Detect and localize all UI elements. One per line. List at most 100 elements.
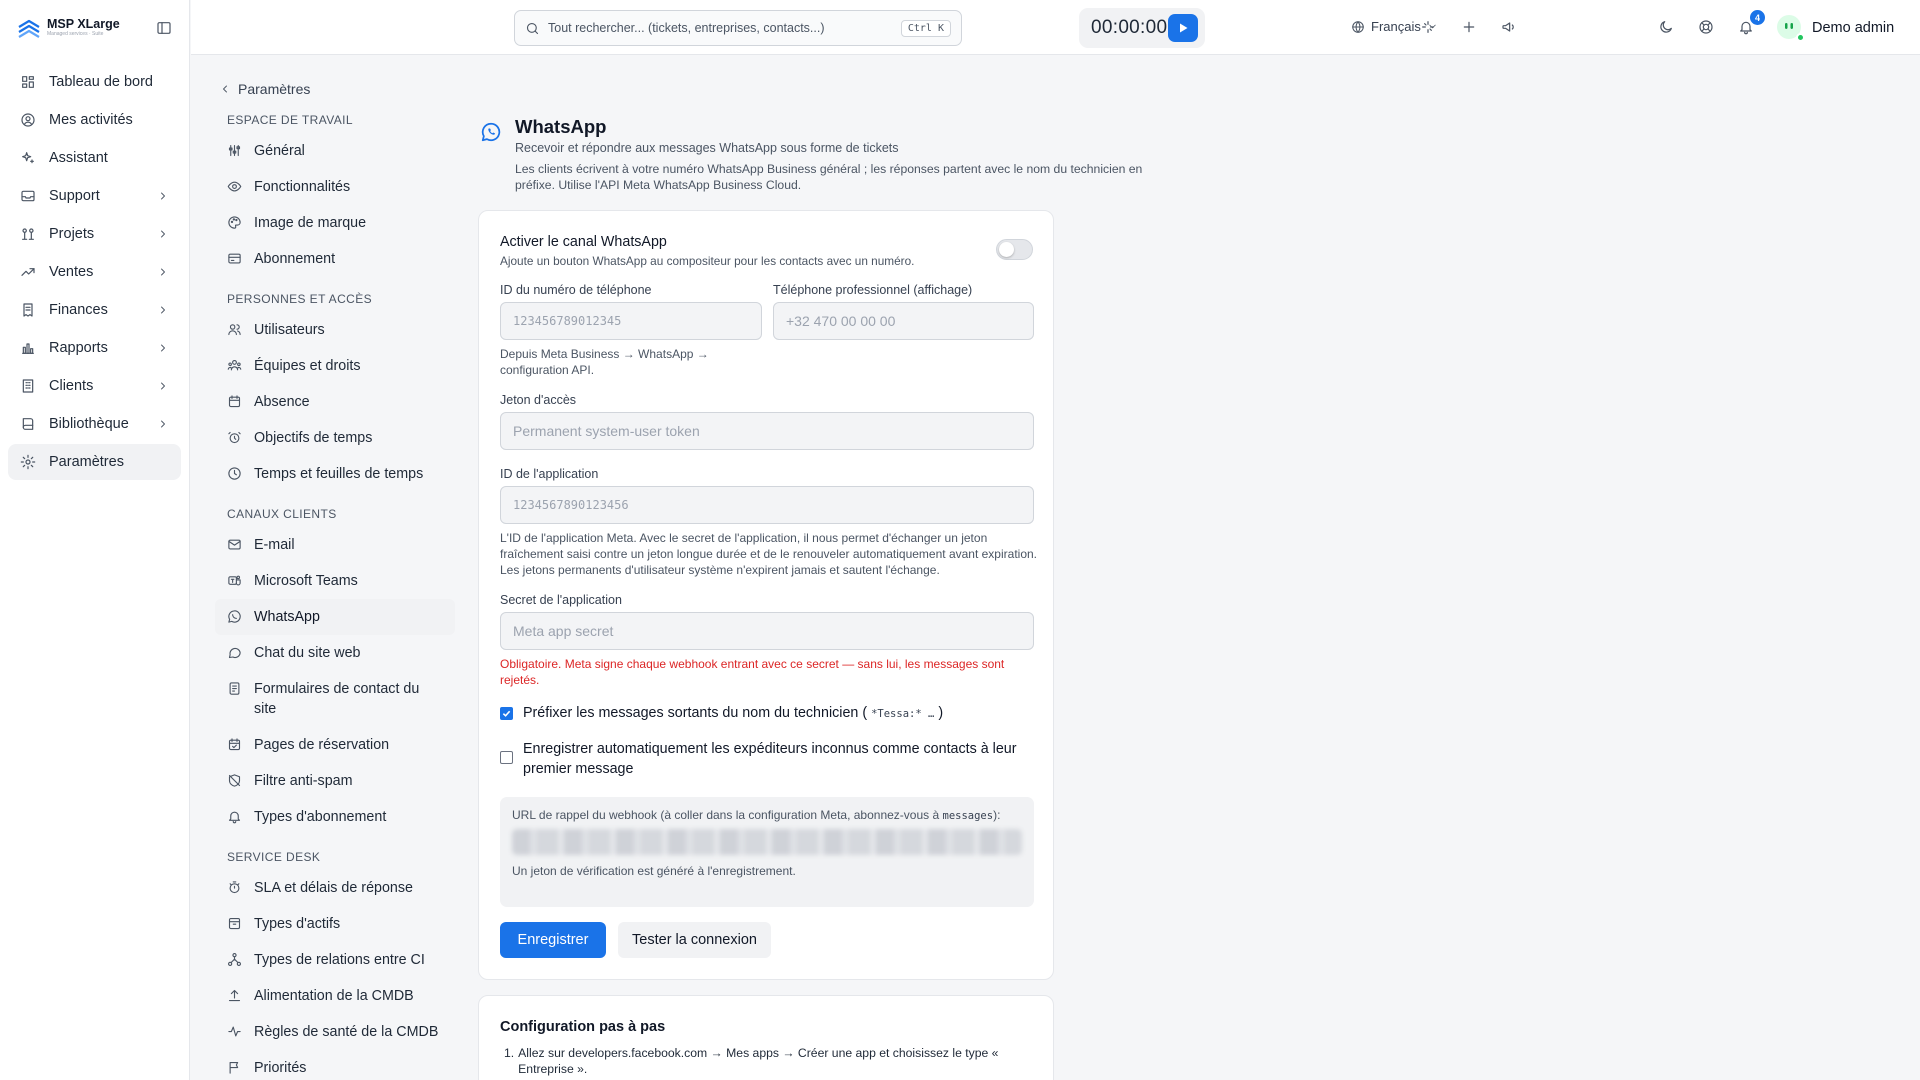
sidebar-item-label: Rapports bbox=[49, 340, 108, 356]
calendar-icon bbox=[228, 395, 241, 408]
settings-item-label: Pages de réservation bbox=[254, 737, 390, 753]
megaphone-icon[interactable] bbox=[1501, 19, 1517, 35]
settings-item-sla-et-delais-de-reponse[interactable]: SLA et délais de réponse bbox=[215, 870, 455, 906]
test-connection-button[interactable]: Tester la connexion bbox=[618, 922, 771, 958]
phone-id-help: Depuis Meta Business → WhatsApp → config… bbox=[500, 347, 709, 377]
app-secret-input[interactable]: Meta app secret bbox=[500, 612, 1034, 650]
sidebar-item-projets[interactable]: Projets bbox=[8, 216, 181, 252]
back-label: Paramètres bbox=[238, 81, 311, 97]
settings-item-general[interactable]: Général bbox=[215, 133, 455, 169]
sidebar-item-clients[interactable]: Clients bbox=[8, 368, 181, 404]
sidebar-item-bibliotheque[interactable]: Bibliothèque bbox=[8, 406, 181, 442]
settings-item-equipes-et-droits[interactable]: Équipes et droits bbox=[215, 348, 455, 384]
sidebar-item-rapports[interactable]: Rapports bbox=[8, 330, 181, 366]
settings-section-title: CANAUX CLIENTS bbox=[227, 507, 337, 521]
inbox-icon bbox=[21, 190, 35, 202]
prefix-checkbox[interactable] bbox=[500, 707, 513, 720]
settings-item-e-mail[interactable]: E-mail bbox=[215, 527, 455, 563]
settings-item-priorites[interactable]: Priorités bbox=[215, 1050, 455, 1080]
card-icon bbox=[228, 253, 241, 264]
help-icon[interactable] bbox=[1698, 19, 1714, 35]
chevron-down-icon bbox=[1429, 24, 1436, 29]
settings-item-label: WhatsApp bbox=[254, 609, 320, 625]
settings-item-fonctionnalites[interactable]: Fonctionnalités bbox=[215, 169, 455, 205]
search-icon bbox=[526, 22, 539, 34]
sidebar-item-mes-activites[interactable]: Mes activités bbox=[8, 102, 181, 138]
sidebar-toggle-icon[interactable] bbox=[156, 20, 172, 36]
settings-item-utilisateurs[interactable]: Utilisateurs bbox=[215, 312, 455, 348]
bar-chart-icon bbox=[22, 343, 34, 354]
plus-icon[interactable] bbox=[1461, 19, 1477, 35]
settings-item-filtre-anti-spam[interactable]: Filtre anti-spam bbox=[215, 763, 455, 799]
timer-value: 00:00:00 bbox=[1091, 17, 1168, 38]
settings-item-pages-de-reservation[interactable]: Pages de réservation bbox=[215, 727, 455, 763]
app-id-help: L'ID de l'application Meta. Avec le secr… bbox=[500, 531, 1037, 577]
whatsapp-icon bbox=[481, 122, 501, 142]
enable-channel-toggle[interactable] bbox=[996, 239, 1033, 260]
settings-item-types-de-relations-entre-ci[interactable]: Types de relations entre CI bbox=[215, 942, 455, 978]
settings-item-label: Utilisateurs bbox=[254, 322, 325, 338]
business-phone-label: Téléphone professionnel (affichage) bbox=[773, 283, 973, 297]
save-button[interactable]: Enregistrer bbox=[500, 922, 606, 958]
sidebar-item-support[interactable]: Support bbox=[8, 178, 181, 214]
settings-item-abonnement[interactable]: Abonnement bbox=[215, 241, 455, 277]
autosave-option[interactable]: Enregistrer automatiquement les expédite… bbox=[500, 739, 1020, 779]
sliders-icon bbox=[228, 144, 241, 157]
settings-item-label: Chat du site web bbox=[254, 645, 361, 661]
settings-item-label: Fonctionnalités bbox=[254, 179, 351, 195]
settings-item-alimentation-de-la-cmdb[interactable]: Alimentation de la CMDB bbox=[215, 978, 455, 1014]
prefix-option[interactable]: Préfixer les messages sortants du nom du… bbox=[500, 703, 1020, 724]
settings-section-title: ESPACE DE TRAVAIL bbox=[227, 113, 353, 127]
phone-id-input[interactable]: 123456789012345 bbox=[500, 302, 762, 340]
step-item: 1. Allez sur developers.facebook.com → Me… bbox=[504, 1046, 999, 1076]
back-link[interactable]: Paramètres bbox=[219, 80, 455, 98]
enable-channel-desc: Ajoute un bouton WhatsApp au compositeur… bbox=[500, 254, 915, 268]
settings-item-types-d-abonnement[interactable]: Types d'abonnement bbox=[215, 799, 455, 835]
gear-icon bbox=[20, 454, 36, 470]
notification-badge: 4 bbox=[1750, 10, 1765, 25]
globe-icon bbox=[1352, 20, 1364, 33]
language-selector[interactable]: Français bbox=[1351, 19, 1438, 34]
settings-item-chat-du-site-web[interactable]: Chat du site web bbox=[215, 635, 455, 671]
main-nav: Tableau de bord Mes activités Assistant Sup… bbox=[0, 55, 189, 480]
box-icon bbox=[228, 917, 241, 930]
settings-item-types-d-actifs[interactable]: Types d'actifs bbox=[215, 906, 455, 942]
settings-nav: Paramètres ESPACE DE TRAVAIL Général Fonct… bbox=[215, 80, 455, 1080]
settings-item-formulaires-de-contact-du-site[interactable]: Formulaires de contact du site bbox=[215, 671, 455, 727]
app-secret-warning: Obligatoire. Meta signe chaque webhook e… bbox=[500, 657, 1005, 687]
start-timer-button[interactable] bbox=[1168, 14, 1198, 42]
upload-icon bbox=[228, 989, 241, 1002]
setup-steps-card: Configuration pas à pas 1. Allez sur deve… bbox=[478, 995, 1054, 1080]
user-name[interactable]: Demo admin bbox=[1812, 20, 1894, 36]
page-subtitle: Recevoir et répondre aux messages WhatsA… bbox=[515, 141, 899, 155]
sidebar-item-label: Clients bbox=[49, 378, 94, 394]
search-input[interactable]: Tout rechercher... (tickets, entreprises… bbox=[514, 10, 962, 46]
settings-item-image-de-marque[interactable]: Image de marque bbox=[215, 205, 455, 241]
settings-item-label: Général bbox=[254, 143, 305, 159]
settings-item-regles-de-sante-de-la-cmdb[interactable]: Règles de santé de la CMDB bbox=[215, 1014, 455, 1050]
sidebar-item-tableau-de-bord[interactable]: Tableau de bord bbox=[8, 64, 181, 100]
webhook-url-blurred[interactable] bbox=[512, 829, 1022, 855]
sidebar-item-ventes[interactable]: Ventes bbox=[8, 254, 181, 290]
settings-item-label: E-mail bbox=[254, 537, 295, 553]
moon-icon[interactable] bbox=[1658, 19, 1674, 35]
sidebar-item-parametres[interactable]: Paramètres bbox=[8, 444, 181, 480]
settings-item-label: Règles de santé de la CMDB bbox=[254, 1024, 439, 1040]
settings-item-absence[interactable]: Absence bbox=[215, 384, 455, 420]
dashboard-icon bbox=[22, 76, 34, 88]
sidebar-item-assistant[interactable]: Assistant bbox=[8, 140, 181, 176]
settings-item-label: Image de marque bbox=[254, 215, 367, 231]
chevron-right-icon bbox=[161, 306, 165, 314]
app-id-input[interactable]: 1234567890123456 bbox=[500, 486, 1034, 524]
access-token-input[interactable]: Permanent system-user token bbox=[500, 412, 1034, 450]
business-phone-input[interactable]: +32 470 00 00 00 bbox=[773, 302, 1034, 340]
settings-item-objectifs-de-temps[interactable]: Objectifs de temps bbox=[215, 420, 455, 456]
autosave-checkbox[interactable] bbox=[500, 751, 513, 764]
settings-item-whatsapp[interactable]: WhatsApp bbox=[215, 599, 455, 635]
settings-item-microsoft-teams[interactable]: Microsoft Teams bbox=[215, 563, 455, 599]
autosave-label: Enregistrer automatiquement les expédite… bbox=[523, 741, 1017, 777]
settings-item-label: Abonnement bbox=[254, 251, 336, 267]
app-secret-label: Secret de l'application bbox=[500, 593, 622, 607]
settings-item-temps-et-feuilles-de-temps[interactable]: Temps et feuilles de temps bbox=[215, 456, 455, 492]
sidebar-item-finances[interactable]: Finances bbox=[8, 292, 181, 328]
